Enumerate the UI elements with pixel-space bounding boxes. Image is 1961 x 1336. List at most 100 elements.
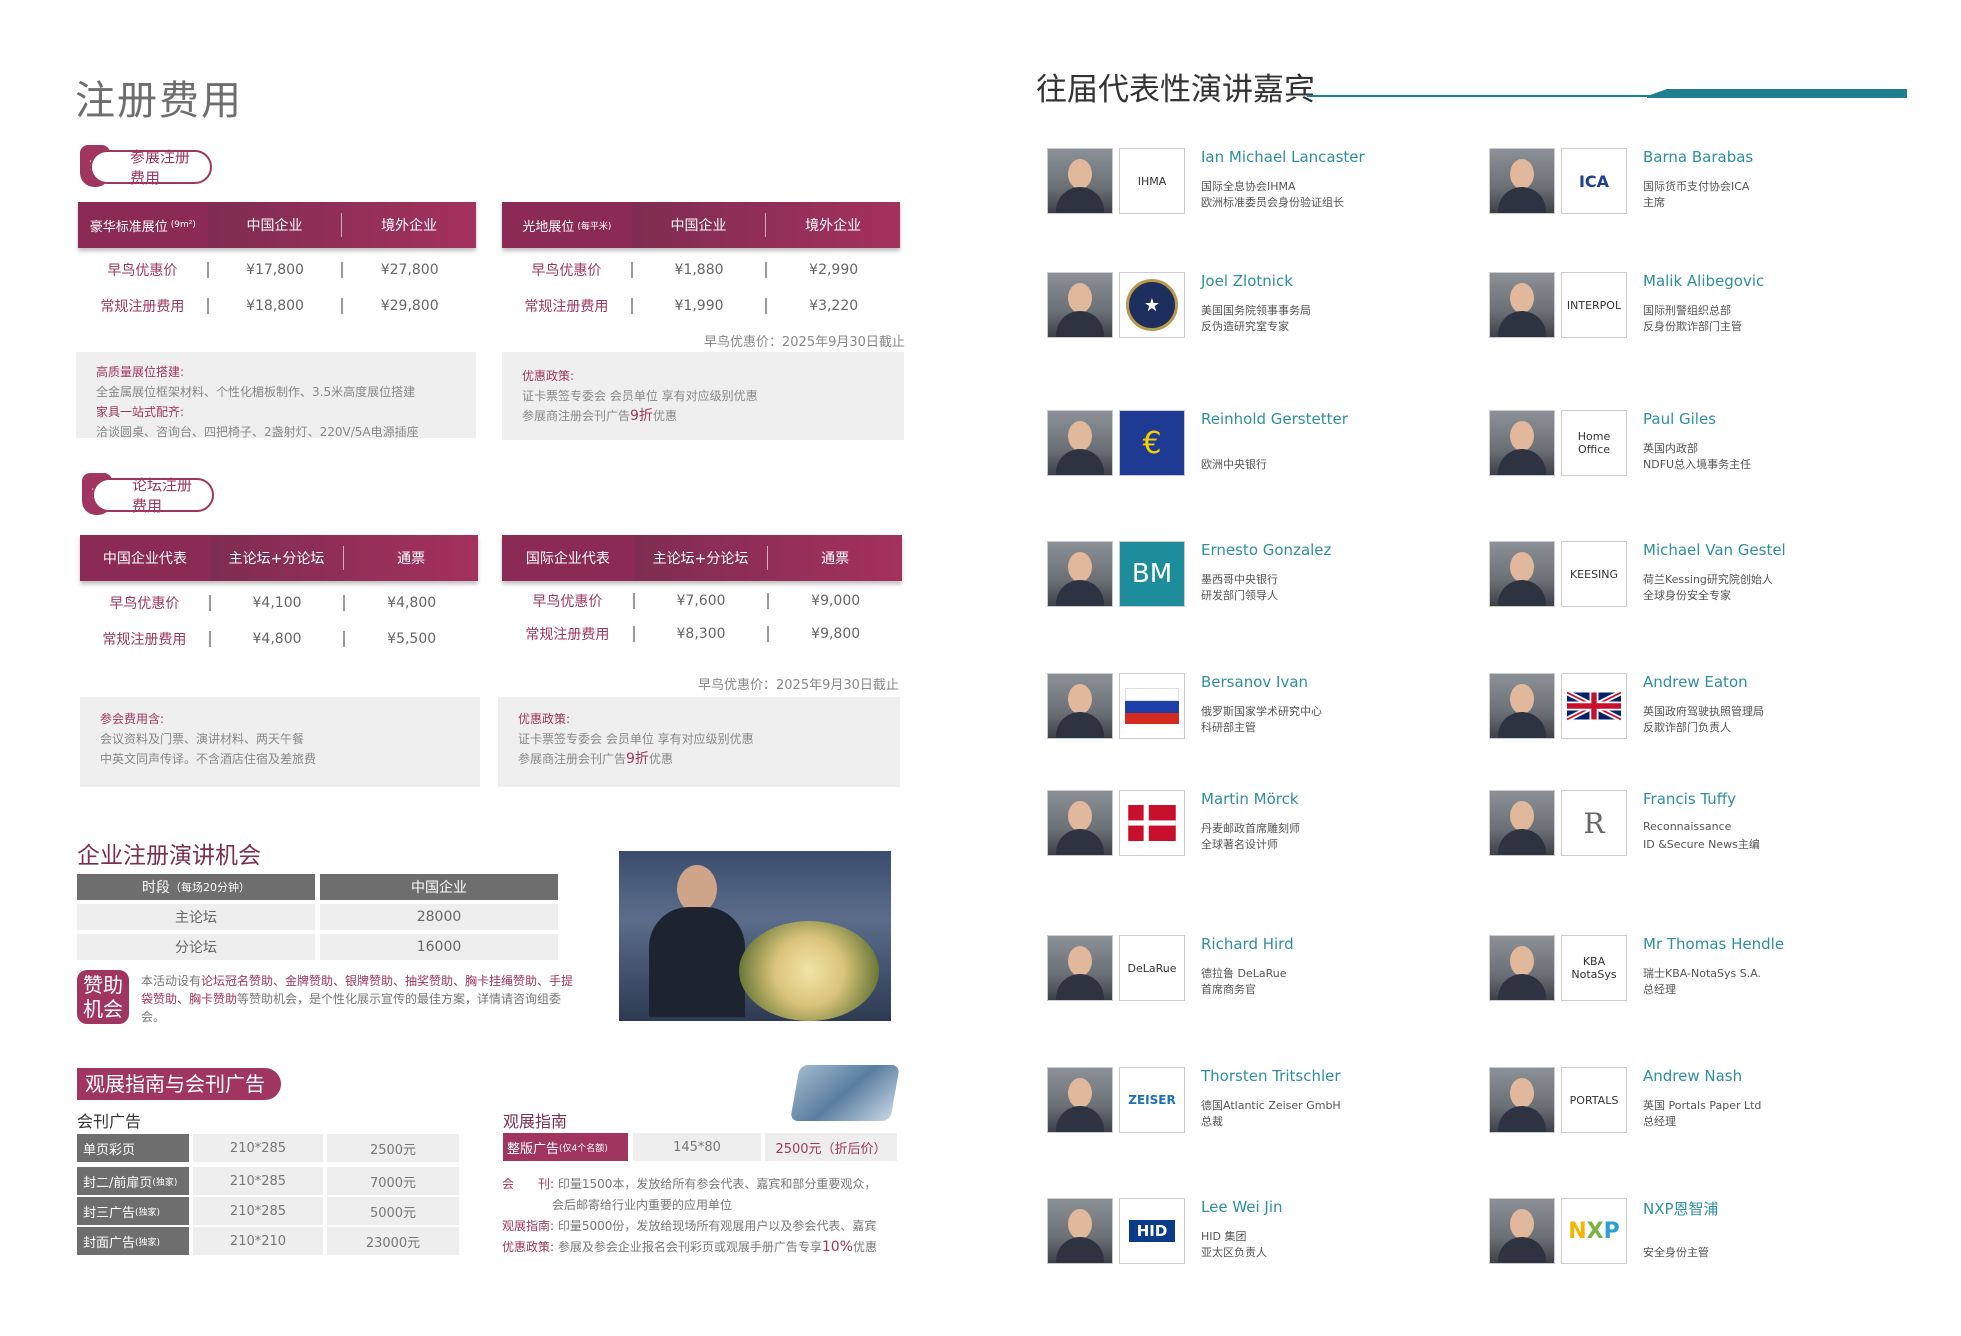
speaker-role: 科研部主管: [1201, 721, 1256, 734]
speaker-portrait: [1047, 1067, 1113, 1133]
table-cell: 145*80: [633, 1133, 761, 1161]
speaker-name: Bersanov Ivan: [1201, 673, 1309, 691]
guide-label: 观展指南: [503, 1112, 568, 1131]
sponsor-badge: 赞助 机会: [77, 970, 129, 1024]
table-cell: 分论坛: [77, 934, 315, 960]
organization-logo: ★: [1119, 272, 1185, 338]
speaker-org: Reconnaissance: [1643, 820, 1732, 833]
forum-table-a: 中国企业代表 主论坛+分论坛 通票 早鸟优惠价 ¥4,100 ¥4,800 常规…: [80, 535, 478, 657]
organization-logo: INTERPOL: [1561, 272, 1627, 338]
table-cell: 210*210: [193, 1227, 323, 1255]
speaker-portrait: [1489, 272, 1555, 338]
booth-table-b: 光地展位 (每平米) 中国企业 境外企业 早鸟优惠价 ¥1,880 ¥2,990 …: [502, 202, 900, 324]
speaker-org: 德国Atlantic Zeiser GmbH: [1201, 1099, 1341, 1112]
speaker-org: 瑞士KBA-NotaSys S.A.: [1643, 967, 1762, 980]
table-header: 中国企业: [670, 218, 727, 234]
speaker-name: Francis Tuffy: [1643, 790, 1737, 808]
speaker-photo: [619, 851, 891, 1021]
speaker-org: 英国 Portals Paper Ltd: [1643, 1099, 1762, 1112]
speaker-portrait: [1047, 1198, 1113, 1264]
speaker-card: IHMA Ian Michael Lancaster 国际全息协会IHMA 欧洲标准委…: [1047, 148, 1477, 218]
table-header: 中国企业代表: [80, 535, 210, 581]
table-header: 国际企业代表: [502, 535, 634, 581]
table-row: 常规注册费用 ¥18,800 ¥29,800: [78, 288, 476, 324]
forum-fee-pill: 论坛注册费用: [92, 476, 214, 515]
speaker-org: 美国国务院领事事务局: [1201, 304, 1311, 317]
speaker-org: 国际货币支付协会ICA: [1643, 180, 1750, 193]
organization-logo: PORTALS: [1561, 1067, 1627, 1133]
speaker-name: Richard Hird: [1201, 935, 1294, 953]
speaker-role: 安全身份主管: [1643, 1246, 1709, 1259]
speaker-role: 研发部门领导人: [1201, 589, 1278, 602]
speaker-portrait: [1047, 410, 1113, 476]
brochure-image: [790, 1065, 900, 1121]
speaker-card: ZEISER Thorsten Tritschler 德国Atlantic Zeis…: [1047, 1067, 1477, 1137]
speaker-portrait: [1047, 935, 1113, 1001]
table-cell: 2500元（折后价）: [765, 1133, 897, 1161]
speaker-role: ID &Secure News主编: [1643, 838, 1760, 851]
table-cell: 单页彩页: [77, 1134, 189, 1162]
forum-table-b: 国际企业代表 主论坛+分论坛 通票 早鸟优惠价 ¥7,600 ¥9,000 常规…: [502, 535, 902, 649]
organization-logo: [1561, 673, 1627, 739]
forum-discount-box: 优惠政策: 证卡票签专委会 会员单位 享有对应级别优惠 参展商注册会刊广告9折优…: [498, 697, 900, 787]
speaker-card: ICA Barna Barabas 国际货币支付协会ICA 主席: [1489, 148, 1919, 218]
booth-features-box: 高质量展位搭建: 全金属展位框架材料、个性化楣板制作、3.5米高度展位搭建 家具…: [76, 352, 476, 439]
speaker-role: 反身份欺诈部门主管: [1643, 320, 1742, 333]
speakers-title: 往届代表性演讲嘉宾: [1036, 72, 1315, 108]
organization-logo: DeLaRue: [1119, 935, 1185, 1001]
speech-title: 企业注册演讲机会: [77, 843, 261, 869]
speaker-org: 俄罗斯国家学术研究中心: [1201, 705, 1322, 718]
speaker-name: Malik Alibegovic: [1643, 272, 1765, 290]
table-row: 常规注册费用 ¥1,990 ¥3,220: [502, 288, 900, 324]
speaker-org: 德拉鲁 DeLaRue: [1201, 967, 1287, 980]
speaker-card: R Francis Tuffy Reconnaissance ID &Secure N…: [1489, 790, 1919, 860]
speaker-name: Andrew Nash: [1643, 1067, 1743, 1085]
organization-logo: €: [1119, 410, 1185, 476]
speaker-portrait: [1489, 148, 1555, 214]
organization-logo: KBA NotaSys: [1561, 935, 1627, 1001]
table-header: 中国企业: [320, 874, 558, 900]
speaker-card: HID Lee Wei Jin HID 集团 亚太区负责人: [1047, 1198, 1477, 1268]
table-cell: 16000: [320, 934, 558, 960]
table-row: 常规注册费用 ¥4,800 ¥5,500: [80, 621, 478, 657]
speaker-portrait: [1489, 541, 1555, 607]
speaker-role: 反欺诈部门负责人: [1643, 721, 1731, 734]
speaker-portrait: [1489, 1198, 1555, 1264]
speaker-org: 英国内政部: [1643, 442, 1698, 455]
table-header: 通票: [343, 546, 478, 570]
table-cell: 封面广告 (独家): [77, 1227, 189, 1255]
speaker-role: 欧洲标准委员会身份验证组长: [1201, 196, 1344, 209]
table-row: 早鸟优惠价 ¥7,600 ¥9,000: [502, 583, 902, 619]
speaker-role: 亚太区负责人: [1201, 1246, 1267, 1259]
exhibit-fee-pill: 参展注册费用: [90, 148, 212, 187]
table-cell: 封三广告 (独家): [77, 1197, 189, 1225]
table-cell: 整版广告 (仅4个名额): [503, 1133, 628, 1161]
speaker-role: 欧洲中央银行: [1201, 458, 1267, 471]
page-title: 注册费用: [75, 78, 243, 124]
table-header: 通票: [767, 546, 902, 570]
table-row: 早鸟优惠价 ¥4,100 ¥4,800: [80, 585, 478, 621]
table-header: 时段 （每场20分钟）: [77, 874, 315, 900]
speaker-role: 全球著名设计师: [1201, 838, 1278, 851]
speaker-role: 主席: [1643, 196, 1665, 209]
speaker-org: 英国政府驾驶执照管理局: [1643, 705, 1764, 718]
speaker-card: NXP NXP恩智浦 安全身份主管: [1489, 1198, 1919, 1268]
early-bird-deadline: 早鸟优惠价：2025年9月30日截止: [698, 678, 899, 693]
early-bird-deadline: 早鸟优惠价：2025年9月30日截止: [704, 335, 905, 350]
table-header: 豪华标准展位 (9m²): [78, 202, 208, 248]
speaker-portrait: [1489, 410, 1555, 476]
speaker-role: 首席商务官: [1201, 983, 1256, 996]
speaker-portrait: [1489, 935, 1555, 1001]
table-cell: 2500元: [327, 1134, 459, 1162]
speaker-name: Ernesto Gonzalez: [1201, 541, 1332, 559]
organization-logo: HID: [1119, 1198, 1185, 1264]
speaker-role: 反伪造研究室专家: [1201, 320, 1289, 333]
speaker-name: Martin Mörck: [1201, 790, 1299, 808]
table-cell: 210*285: [193, 1197, 323, 1225]
sponsor-text: 本活动设有论坛冠名赞助、金牌赞助、银牌赞助、抽奖赞助、胸卡挂绳赞助、手提袋赞助、…: [141, 974, 574, 1024]
speaker-name: Michael Van Gestel: [1643, 541, 1786, 559]
speaker-name: Reinhold Gerstetter: [1201, 410, 1348, 428]
table-cell: 5000元: [327, 1197, 459, 1225]
organization-logo: [1119, 673, 1185, 739]
speaker-role: 全球身份安全专家: [1643, 589, 1731, 602]
